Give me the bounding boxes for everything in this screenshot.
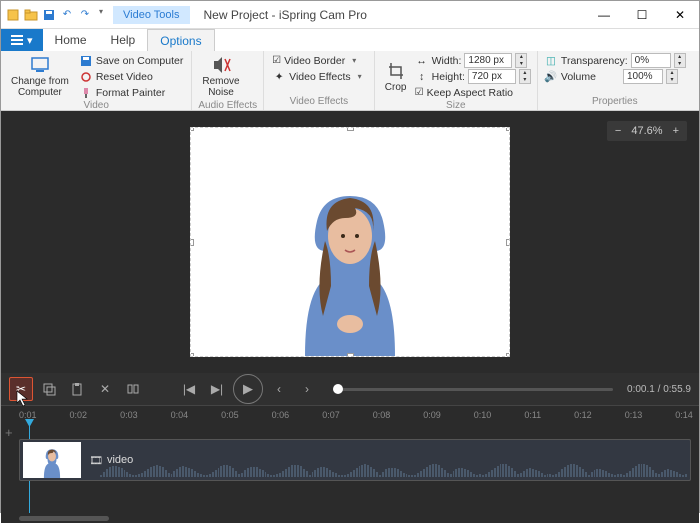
height-icon: ↕ — [415, 70, 429, 84]
file-menu-button[interactable]: ▾ — [1, 29, 43, 51]
scrollbar-thumb[interactable] — [19, 516, 109, 521]
tab-help[interactable]: Help — [99, 29, 148, 51]
cursor-icon — [16, 390, 32, 408]
minimize-button[interactable]: — — [585, 1, 623, 29]
height-spinner[interactable]: ▴▾ — [519, 69, 531, 84]
split-button[interactable] — [121, 377, 145, 401]
resize-handle-tl[interactable] — [190, 127, 194, 131]
close-button[interactable]: ✕ — [661, 1, 699, 29]
delete-button[interactable]: ✕ — [93, 377, 117, 401]
height-input[interactable]: 720 px — [468, 69, 516, 84]
change-from-computer-button[interactable]: Change from Computer — [7, 53, 73, 100]
zoom-level: 47.6% — [631, 125, 662, 137]
playback-toolbar: ✂ ✕ |◀ ▶| ▶ ‹ › 0:00.1 / 0:55.9 — [1, 373, 699, 405]
video-track[interactable]: 🎞video — [19, 439, 691, 481]
brush-icon — [79, 86, 93, 100]
window-title: New Project - iSpring Cam Pro — [204, 8, 367, 22]
resize-handle-lm[interactable] — [190, 239, 194, 246]
video-border-button[interactable]: ☑Video Border▾ — [270, 53, 368, 68]
ribbon-group-video-effects: ☑Video Border▾ ✦Video Effects▾ Video Eff… — [264, 51, 375, 110]
add-track-button[interactable]: + — [5, 425, 13, 440]
video-frame[interactable] — [190, 127, 510, 357]
quick-access-toolbar: ↶ ↷ ▾ — [1, 5, 111, 25]
transparency-spinner[interactable]: ▴▾ — [674, 53, 686, 68]
zoom-in-button[interactable]: + — [673, 125, 679, 137]
crop-button[interactable]: Crop — [381, 53, 411, 100]
volume-icon: 🔊 — [544, 70, 558, 84]
qat-open-icon[interactable] — [23, 7, 39, 23]
zoom-control: − 47.6% + — [607, 121, 687, 141]
reset-icon — [79, 70, 93, 84]
seek-slider[interactable] — [333, 388, 613, 391]
ribbon-group-properties: ◫Transparency:0%▴▾ 🔊Volume100%▴▾ Propert… — [538, 51, 692, 110]
prev-frame-button[interactable]: ‹ — [267, 377, 291, 401]
transparency-input[interactable]: 0% — [631, 53, 671, 68]
save-on-computer-button[interactable]: Save on Computer — [77, 53, 186, 68]
play-button[interactable]: ▶ — [233, 374, 263, 404]
next-frame-button[interactable]: › — [295, 377, 319, 401]
paste-button[interactable] — [65, 377, 89, 401]
qat-redo-icon[interactable]: ↷ — [77, 7, 93, 23]
checkbox-icon: ☑ — [415, 87, 424, 98]
disk-icon — [79, 54, 93, 68]
ribbon: Change from Computer Save on Computer Re… — [1, 51, 699, 111]
audio-waveform — [100, 461, 685, 477]
volume-spinner[interactable]: ▴▾ — [666, 69, 678, 84]
ribbon-group-video: Change from Computer Save on Computer Re… — [1, 51, 192, 110]
cut-button[interactable]: ✂ — [9, 377, 33, 401]
ribbon-group-audio: Remove Noise Audio Effects — [192, 51, 264, 110]
volume-input[interactable]: 100% — [623, 69, 663, 84]
title-bar: ↶ ↷ ▾ Video Tools New Project - iSpring … — [1, 1, 699, 29]
reset-video-button[interactable]: Reset Video — [77, 69, 186, 84]
video-effects-button[interactable]: ✦Video Effects▾ — [270, 69, 368, 84]
sparkle-icon: ✦ — [272, 70, 286, 84]
contextual-tab-label: Video Tools — [113, 6, 189, 24]
seek-knob[interactable] — [333, 384, 343, 394]
canvas-area[interactable]: − 47.6% + — [1, 111, 699, 373]
width-input[interactable]: 1280 px — [464, 53, 512, 68]
zoom-out-button[interactable]: − — [615, 125, 621, 137]
window-controls: — ☐ ✕ — [585, 1, 699, 29]
width-spinner[interactable]: ▴▾ — [515, 53, 527, 68]
resize-handle-br[interactable] — [506, 353, 510, 357]
video-content — [275, 156, 425, 356]
tab-home[interactable]: Home — [43, 29, 99, 51]
skip-start-button[interactable]: |◀ — [177, 377, 201, 401]
copy-button[interactable] — [37, 377, 61, 401]
ribbon-group-size: Crop ↔Width:1280 px▴▾ ↕Height:720 px▴▾ ☑… — [375, 51, 538, 110]
resize-handle-bm[interactable] — [347, 353, 354, 357]
resize-handle-rm[interactable] — [506, 239, 510, 246]
timeline-scrollbar[interactable] — [1, 513, 699, 523]
timeline-ruler[interactable]: 0:010:020:030:040:050:060:070:080:090:10… — [1, 405, 699, 423]
resize-handle-tm[interactable] — [347, 127, 354, 131]
skip-end-button[interactable]: ▶| — [205, 377, 229, 401]
transparency-icon: ◫ — [544, 54, 558, 68]
clip-thumbnail — [23, 442, 81, 478]
width-icon: ↔ — [415, 54, 429, 68]
maximize-button[interactable]: ☐ — [623, 1, 661, 29]
time-display: 0:00.1 / 0:55.9 — [627, 384, 691, 395]
keep-aspect-checkbox[interactable]: ☑Keep Aspect Ratio — [415, 85, 531, 100]
ribbon-tabs: ▾ Home Help Options — [1, 29, 699, 51]
qat-new-icon[interactable] — [5, 7, 21, 23]
resize-handle-tr[interactable] — [506, 127, 510, 131]
timeline[interactable]: + 🎞video — [1, 423, 699, 513]
remove-noise-button[interactable]: Remove Noise — [198, 53, 243, 100]
tab-options[interactable]: Options — [147, 29, 214, 51]
checkbox-icon: ☑ — [272, 55, 281, 66]
qat-customize-icon[interactable]: ▾ — [95, 7, 107, 23]
resize-handle-bl[interactable] — [190, 353, 194, 357]
format-painter-button[interactable]: Format Painter — [77, 85, 186, 100]
qat-save-icon[interactable] — [41, 7, 57, 23]
qat-undo-icon[interactable]: ↶ — [59, 7, 75, 23]
